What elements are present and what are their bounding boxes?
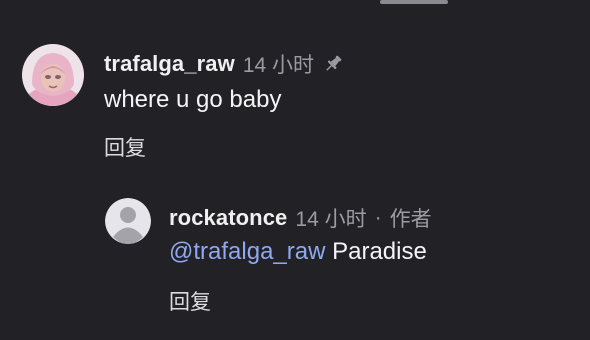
reply-text: @trafalga_raw Paradise <box>169 238 427 266</box>
reply-timestamp: 14 小时 <box>295 208 367 231</box>
pin-icon <box>322 53 344 75</box>
reply-button[interactable]: 回复 <box>169 286 211 316</box>
comment-text: where u go baby <box>104 86 282 113</box>
comment-timestamp: 14 小时 <box>242 54 315 77</box>
reply-message: Paradise <box>325 238 427 265</box>
comment-username[interactable]: trafalga_raw <box>104 51 235 77</box>
reply-username[interactable]: rockatonce <box>169 205 287 231</box>
avatar[interactable] <box>22 44 84 106</box>
reply-header: rockatonce 14 小时 · 作者 <box>169 203 432 233</box>
reply-button[interactable]: 回复 <box>104 132 146 162</box>
mention-link[interactable]: @trafalga_raw <box>169 238 325 265</box>
author-badge: 作者 <box>389 208 432 231</box>
sheet-drag-handle[interactable] <box>380 0 448 4</box>
comment-header: trafalga_raw 14 小时 <box>104 49 344 79</box>
dot-separator: · <box>374 206 382 229</box>
default-user-avatar-icon[interactable] <box>105 198 151 244</box>
